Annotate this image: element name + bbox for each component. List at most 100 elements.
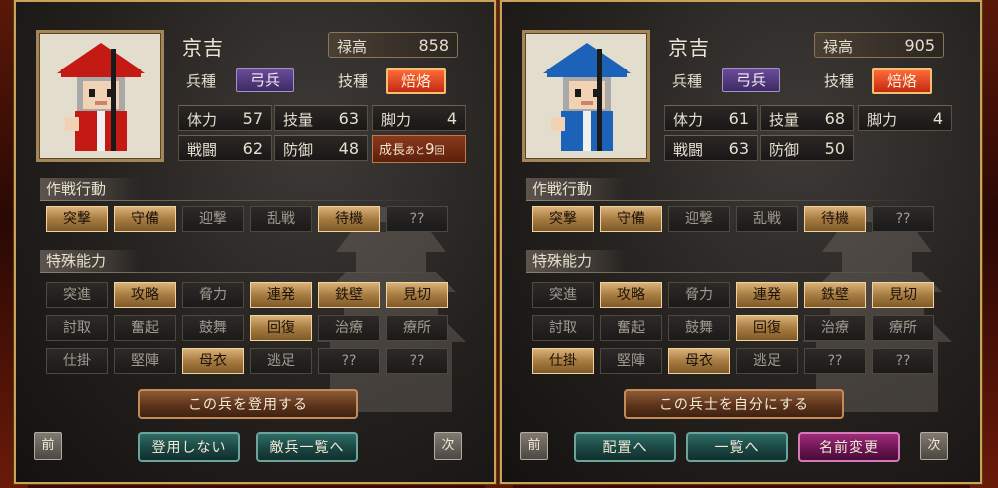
ability-chip-13[interactable]: 堅陣	[600, 348, 662, 374]
decline-recruit-button[interactable]: 登用しない	[138, 432, 240, 462]
stat-defense-value: 48	[338, 139, 359, 158]
ability-chip-8[interactable]: 鼓舞	[668, 315, 730, 341]
tactic-chip-0[interactable]: 突撃	[46, 206, 108, 232]
ability-chip-6[interactable]: 討取	[46, 315, 108, 341]
skill-type-badge: 焙烙	[386, 68, 446, 94]
next-button[interactable]: 次	[434, 432, 462, 460]
stat-defense-label: 防御	[769, 141, 800, 159]
stat-leg-label: 脚力	[381, 111, 412, 129]
tactic-chip-1[interactable]: 守備	[114, 206, 176, 232]
ability-chip-4[interactable]: 鉄壁	[804, 282, 866, 308]
deploy-button[interactable]: 配置へ	[574, 432, 676, 462]
ability-chip-0[interactable]: 突進	[46, 282, 108, 308]
enemy-list-button[interactable]: 敵兵一覧へ	[256, 432, 358, 462]
prev-button[interactable]: 前	[34, 432, 62, 460]
skill-type-label: 技種	[824, 72, 855, 90]
unit-type-badge: 弓兵	[722, 68, 780, 92]
ability-chip-3[interactable]: 連発	[250, 282, 312, 308]
ability-chip-12[interactable]: 仕掛	[46, 348, 108, 374]
abilities-title: 特殊能力	[526, 250, 626, 272]
salary-label: 禄高	[337, 38, 368, 56]
soldier-portrait	[36, 30, 164, 162]
soldier-panel-right: 京吉 禄高 905 兵種 弓兵 技種 焙烙 体力 61 技量 68 脚力 4 戦…	[499, 0, 983, 485]
hat-icon	[543, 43, 631, 73]
tactics-title: 作戦行動	[40, 178, 140, 200]
skill-type-badge: 焙烙	[872, 68, 932, 94]
stat-combat-label: 戦闘	[673, 141, 704, 159]
tactic-chip-2[interactable]: 迎撃	[668, 206, 730, 232]
tactic-chip-5[interactable]: ??	[872, 206, 934, 232]
stat-leg: 脚力 4	[372, 105, 466, 131]
ability-chip-7[interactable]: 奮起	[600, 315, 662, 341]
ability-chip-10[interactable]: 治療	[318, 315, 380, 341]
ability-chip-14[interactable]: 母衣	[668, 348, 730, 374]
tactic-chip-3[interactable]: 乱戦	[736, 206, 798, 232]
ability-chip-15[interactable]: 逃足	[250, 348, 312, 374]
ability-chip-16[interactable]: ??	[318, 348, 380, 374]
ability-chip-9[interactable]: 回復	[250, 315, 312, 341]
list-button[interactable]: 一覧へ	[686, 432, 788, 462]
tactic-chip-5[interactable]: ??	[386, 206, 448, 232]
salary-box: 禄高 858	[328, 32, 458, 58]
make-own-soldier-button[interactable]: この兵士を自分にする	[624, 389, 844, 419]
ability-chip-17[interactable]: ??	[386, 348, 448, 374]
stat-hp-label: 体力	[187, 111, 218, 129]
ability-chip-2[interactable]: 脅力	[668, 282, 730, 308]
stat-leg-value: 4	[446, 109, 457, 128]
unit-type-label: 兵種	[672, 72, 703, 90]
next-button[interactable]: 次	[920, 432, 948, 460]
ability-chip-1[interactable]: 攻略	[600, 282, 662, 308]
ability-chip-10[interactable]: 治療	[804, 315, 866, 341]
ability-chip-0[interactable]: 突進	[532, 282, 594, 308]
hat-icon	[57, 43, 145, 73]
stat-tech-label: 技量	[283, 111, 314, 129]
tactic-chip-1[interactable]: 守備	[600, 206, 662, 232]
soldier-name: 京吉	[182, 36, 224, 60]
salary-box: 禄高 905	[814, 32, 944, 58]
ability-chip-5[interactable]: 見切	[386, 282, 448, 308]
stat-hp: 体力 61	[664, 105, 758, 131]
tactics-title: 作戦行動	[526, 178, 626, 200]
ability-chip-12[interactable]: 仕掛	[532, 348, 594, 374]
prev-button[interactable]: 前	[520, 432, 548, 460]
ability-chip-2[interactable]: 脅力	[182, 282, 244, 308]
tactic-chip-0[interactable]: 突撃	[532, 206, 594, 232]
ability-chip-1[interactable]: 攻略	[114, 282, 176, 308]
growth-counter: 成長あと9回	[372, 135, 466, 163]
tactic-chip-4[interactable]: 待機	[804, 206, 866, 232]
stat-defense: 防御 48	[274, 135, 368, 161]
tactic-chip-3[interactable]: 乱戦	[250, 206, 312, 232]
stat-leg-value: 4	[932, 109, 943, 128]
stat-tech-value: 68	[824, 109, 845, 128]
ability-chip-15[interactable]: 逃足	[736, 348, 798, 374]
ability-chip-8[interactable]: 鼓舞	[182, 315, 244, 341]
rename-button[interactable]: 名前変更	[798, 432, 900, 462]
tactics-divider	[526, 200, 936, 201]
stat-combat-value: 62	[242, 139, 263, 158]
ability-chip-14[interactable]: 母衣	[182, 348, 244, 374]
recruit-button[interactable]: この兵を登用する	[138, 389, 358, 419]
unit-type-label: 兵種	[186, 72, 217, 90]
stat-defense-value: 50	[824, 139, 845, 158]
ability-chip-3[interactable]: 連発	[736, 282, 798, 308]
ability-chip-11[interactable]: 療所	[872, 315, 934, 341]
ability-chip-16[interactable]: ??	[804, 348, 866, 374]
tactic-chip-4[interactable]: 待機	[318, 206, 380, 232]
stat-combat-label: 戦闘	[187, 141, 218, 159]
unit-type-badge: 弓兵	[236, 68, 294, 92]
stat-hp-label: 体力	[673, 111, 704, 129]
tactic-chip-2[interactable]: 迎撃	[182, 206, 244, 232]
ability-chip-4[interactable]: 鉄壁	[318, 282, 380, 308]
stat-tech-label: 技量	[769, 111, 800, 129]
ability-chip-5[interactable]: 見切	[872, 282, 934, 308]
ability-chip-13[interactable]: 堅陣	[114, 348, 176, 374]
ability-chip-11[interactable]: 療所	[386, 315, 448, 341]
ability-chip-6[interactable]: 討取	[532, 315, 594, 341]
soldier-name: 京吉	[668, 36, 710, 60]
ability-chip-7[interactable]: 奮起	[114, 315, 176, 341]
salary-value: 905	[904, 36, 935, 55]
skill-type-label: 技種	[338, 72, 369, 90]
ability-chip-17[interactable]: ??	[872, 348, 934, 374]
ability-chip-9[interactable]: 回復	[736, 315, 798, 341]
abilities-divider	[40, 272, 450, 273]
